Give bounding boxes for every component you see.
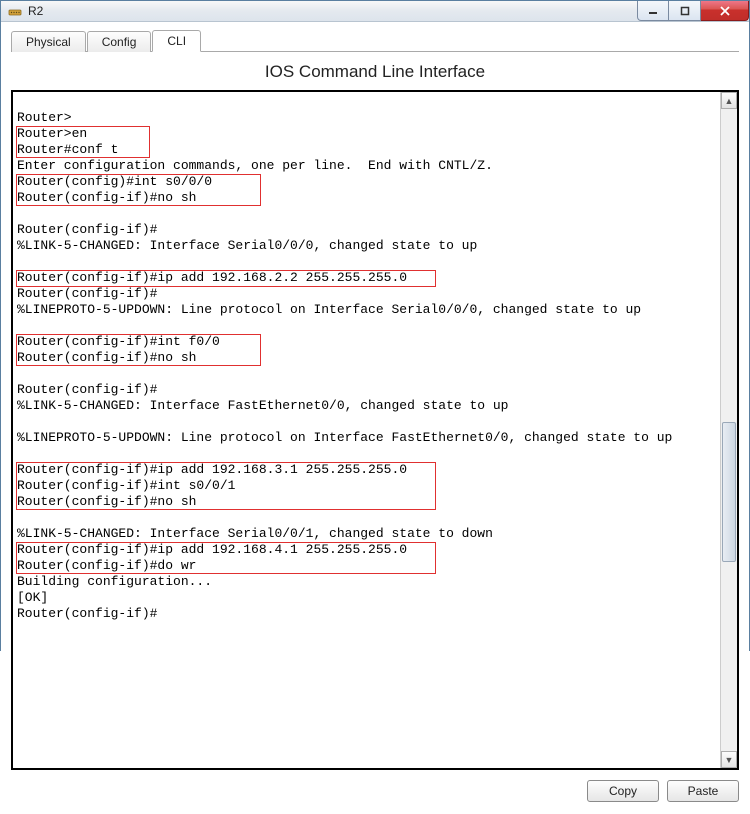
terminal-line: Router(config)#int s0/0/0 [17, 174, 716, 190]
app-icon [7, 3, 23, 19]
terminal-line: Router(config-if)# [17, 382, 716, 398]
terminal-container: Router>Router>enRouter#conf tEnter confi… [11, 90, 739, 770]
tab-physical[interactable]: Physical [11, 31, 86, 52]
tab-config[interactable]: Config [87, 31, 152, 52]
terminal-line: Enter configuration commands, one per li… [17, 158, 716, 174]
terminal-line: %LINEPROTO-5-UPDOWN: Line protocol on In… [17, 430, 716, 446]
terminal-line: Router(config-if)#ip add 192.168.4.1 255… [17, 542, 716, 558]
terminal-line: Router(config-if)#ip add 192.168.2.2 255… [17, 270, 716, 286]
button-row: Copy Paste [11, 780, 739, 802]
terminal-line: Router(config-if)#no sh [17, 350, 716, 366]
scroll-thumb[interactable] [722, 422, 736, 562]
panel-title: IOS Command Line Interface [11, 62, 739, 82]
terminal-line: %LINEPROTO-5-UPDOWN: Line protocol on In… [17, 302, 716, 318]
terminal-line: Router(config-if)# [17, 606, 716, 622]
terminal-line: Router(config-if)# [17, 222, 716, 238]
terminal-line [17, 510, 716, 526]
tab-bar: Physical Config CLI [11, 28, 739, 52]
terminal-line [17, 414, 716, 430]
scroll-down-button[interactable]: ▼ [721, 751, 737, 768]
terminal-line: Router(config-if)# [17, 286, 716, 302]
window-controls [637, 1, 749, 21]
copy-button[interactable]: Copy [587, 780, 659, 802]
terminal-line [17, 366, 716, 382]
terminal-line: %LINK-5-CHANGED: Interface FastEthernet0… [17, 398, 716, 414]
close-button[interactable] [701, 1, 749, 21]
window-title: R2 [28, 4, 637, 18]
titlebar[interactable]: R2 [1, 1, 749, 22]
tab-cli[interactable]: CLI [152, 30, 201, 52]
terminal-line: Router(config-if)#no sh [17, 494, 716, 510]
terminal-line: Router(config-if)#no sh [17, 190, 716, 206]
terminal-scrollbar[interactable]: ▲ ▼ [720, 92, 737, 768]
terminal-line [17, 94, 716, 110]
terminal-line: Router> [17, 110, 716, 126]
terminal-line: Router>en [17, 126, 716, 142]
terminal-line: Building configuration... [17, 574, 716, 590]
terminal-line [17, 254, 716, 270]
terminal-line: %LINK-5-CHANGED: Interface Serial0/0/1, … [17, 526, 716, 542]
terminal-line: Router(config-if)#int f0/0 [17, 334, 716, 350]
terminal-line: Router(config-if)#ip add 192.168.3.1 255… [17, 462, 716, 478]
terminal-line: %LINK-5-CHANGED: Interface Serial0/0/0, … [17, 238, 716, 254]
maximize-button[interactable] [669, 1, 701, 21]
terminal-line [17, 446, 716, 462]
app-window: R2 Physical Config CLI IOS Command Line … [0, 0, 750, 651]
terminal-line: Router(config-if)#int s0/0/1 [17, 478, 716, 494]
terminal-line: [OK] [17, 590, 716, 606]
terminal-line [17, 206, 716, 222]
terminal-line: Router(config-if)#do wr [17, 558, 716, 574]
scroll-up-button[interactable]: ▲ [721, 92, 737, 109]
content-area: Physical Config CLI IOS Command Line Int… [1, 22, 749, 814]
paste-button[interactable]: Paste [667, 780, 739, 802]
terminal-line [17, 318, 716, 334]
minimize-button[interactable] [637, 1, 669, 21]
terminal-line: Router#conf t [17, 142, 716, 158]
cli-terminal[interactable]: Router>Router>enRouter#conf tEnter confi… [13, 92, 720, 768]
